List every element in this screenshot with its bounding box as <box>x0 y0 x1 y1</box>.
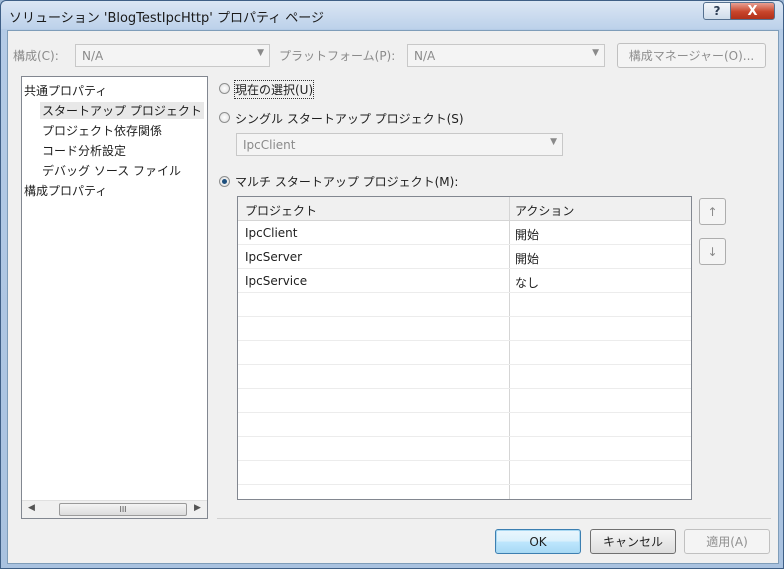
tree-item-configuration-properties[interactable]: 構成プロパティ <box>24 182 107 199</box>
row-divider <box>238 340 691 341</box>
table-row-project[interactable]: IpcServer <box>245 250 302 264</box>
single-startup-dropdown[interactable]: IpcClient ▼ <box>236 133 563 156</box>
table-row-action[interactable]: なし <box>515 274 539 291</box>
category-tree[interactable]: 共通プロパティ スタートアップ プロジェクト プロジェクト依存関係 コード分析設… <box>21 76 208 519</box>
multi-startup-radio[interactable] <box>219 176 230 187</box>
column-header-project[interactable]: プロジェクト <box>245 202 317 219</box>
tree-item-startup-project[interactable]: スタートアップ プロジェクト <box>40 102 204 119</box>
single-startup-value: IpcClient <box>243 138 296 152</box>
row-divider <box>238 268 691 269</box>
properties-dialog: ソリューション 'BlogTestIpcHttp' プロパティ ページ ? X … <box>0 0 784 569</box>
chevron-down-icon: ▼ <box>550 137 557 147</box>
current-selection-label[interactable]: 現在の選択(U) <box>233 80 315 99</box>
row-divider <box>238 292 691 293</box>
config-dropdown[interactable]: N/A ▼ <box>75 44 270 67</box>
row-divider <box>238 460 691 461</box>
grid-header: プロジェクト アクション <box>238 197 691 221</box>
dialog-body: 構成(C): N/A ▼ プラットフォーム(P): N/A ▼ 構成マネージャー… <box>7 30 779 564</box>
row-divider <box>238 484 691 485</box>
arrow-up-icon: ↑ <box>707 204 718 219</box>
chevron-down-icon: ▼ <box>592 48 599 58</box>
tree-item-code-analysis[interactable]: コード分析設定 <box>42 142 126 159</box>
ok-button[interactable]: OK <box>495 529 581 554</box>
move-up-button[interactable]: ↑ <box>699 198 726 225</box>
single-startup-radio[interactable] <box>219 112 230 123</box>
arrow-down-icon: ↓ <box>707 244 718 259</box>
title-bar: ソリューション 'BlogTestIpcHttp' プロパティ ページ ? X <box>1 1 783 29</box>
row-divider <box>238 316 691 317</box>
help-button[interactable]: ? <box>703 2 731 20</box>
scroll-left-icon[interactable]: ◀ <box>28 503 35 513</box>
row-divider <box>238 412 691 413</box>
platform-dropdown-value: N/A <box>414 49 436 63</box>
tree-item-common-properties[interactable]: 共通プロパティ <box>24 82 107 99</box>
window-title: ソリューション 'BlogTestIpcHttp' プロパティ ページ <box>9 11 325 26</box>
row-divider <box>238 436 691 437</box>
config-dropdown-value: N/A <box>82 49 104 63</box>
scroll-right-icon[interactable]: ▶ <box>194 503 201 513</box>
row-divider <box>238 364 691 365</box>
platform-dropdown[interactable]: N/A ▼ <box>407 44 605 67</box>
column-header-action[interactable]: アクション <box>515 202 574 219</box>
tree-item-debug-source-files[interactable]: デバッグ ソース ファイル <box>42 162 181 179</box>
table-row-project[interactable]: IpcClient <box>245 226 298 240</box>
config-label: 構成(C): <box>13 49 59 63</box>
apply-button[interactable]: 適用(A) <box>684 529 770 554</box>
row-divider <box>238 244 691 245</box>
platform-label: プラットフォーム(P): <box>279 49 396 63</box>
column-divider <box>509 197 510 499</box>
scrollbar-thumb[interactable]: III <box>59 503 187 516</box>
current-selection-radio[interactable] <box>219 83 230 94</box>
multi-startup-label[interactable]: マルチ スタートアップ プロジェクト(M): <box>235 173 458 190</box>
config-manager-button[interactable]: 構成マネージャー(O)... <box>617 43 766 68</box>
separator <box>217 518 771 519</box>
horizontal-scrollbar[interactable]: ◀ III ▶ <box>22 500 207 518</box>
table-row-action[interactable]: 開始 <box>515 250 539 267</box>
move-down-button[interactable]: ↓ <box>699 238 726 265</box>
single-startup-label[interactable]: シングル スタートアップ プロジェクト(S) <box>235 110 464 127</box>
multi-startup-grid[interactable]: プロジェクト アクション IpcClient 開始 IpcServer 開始 I… <box>237 196 692 500</box>
chevron-down-icon: ▼ <box>257 48 264 58</box>
row-divider <box>238 388 691 389</box>
close-button[interactable]: X <box>730 2 775 20</box>
tree-item-project-dependencies[interactable]: プロジェクト依存関係 <box>42 122 162 139</box>
table-row-project[interactable]: IpcService <box>245 274 307 288</box>
table-row-action[interactable]: 開始 <box>515 226 539 243</box>
cancel-button[interactable]: キャンセル <box>590 529 676 554</box>
